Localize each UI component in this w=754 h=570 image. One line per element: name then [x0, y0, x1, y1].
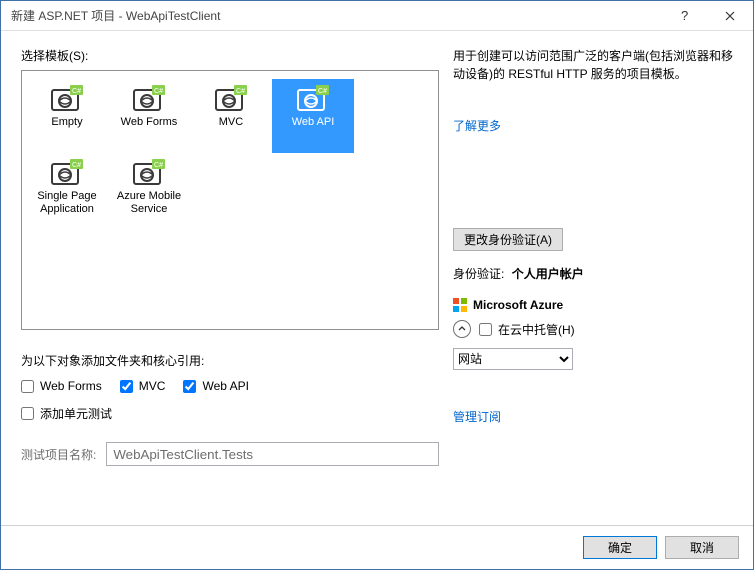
check-webforms-input[interactable]: [21, 380, 34, 393]
auth-status: 身份验证: 个人用户帐户: [453, 265, 733, 282]
right-pane: 用于创建可以访问范围广泛的客户端(包括浏览器和移动设备)的 RESTful HT…: [443, 31, 753, 525]
azure-heading: Microsoft Azure: [453, 298, 733, 312]
template-empty[interactable]: C# Empty: [26, 79, 108, 153]
test-project-input: [106, 442, 439, 466]
check-webapi[interactable]: Web API: [183, 379, 248, 393]
check-webapi-input[interactable]: [183, 380, 196, 393]
check-unittests[interactable]: 添加单元测试: [21, 405, 112, 422]
template-mvc[interactable]: C# MVC: [190, 79, 272, 153]
check-mvc-label: MVC: [139, 379, 166, 393]
dialog-content: 选择模板(S): C# Empty C# Web Forms C# MVC C#…: [1, 31, 753, 525]
template-icon: C#: [132, 84, 166, 112]
host-type-select[interactable]: 网站: [453, 348, 573, 370]
template-icon: C#: [296, 84, 330, 112]
check-webforms[interactable]: Web Forms: [21, 379, 102, 393]
select-template-label: 选择模板(S):: [21, 47, 439, 64]
host-type-row: 网站: [453, 348, 733, 370]
template-label: Azure Mobile Service: [109, 190, 189, 216]
cancel-button[interactable]: 取消: [665, 536, 739, 559]
template-label: MVC: [217, 116, 245, 129]
template-spa[interactable]: C# Single Page Application: [26, 153, 108, 227]
template-icon: C#: [50, 84, 84, 112]
window-title: 新建 ASP.NET 项目 - WebApiTestClient: [11, 7, 661, 24]
svg-text:C#: C#: [72, 162, 81, 169]
folders-checkboxes: Web Forms MVC Web API: [21, 379, 439, 393]
test-project-row: 测试项目名称:: [21, 442, 439, 466]
expand-button[interactable]: [453, 320, 471, 338]
check-host-cloud-label: 在云中托管(H): [498, 321, 575, 338]
template-list: C# Empty C# Web Forms C# MVC C# Web API …: [21, 70, 439, 330]
unit-tests-row: 添加单元测试: [21, 405, 439, 422]
svg-text:C#: C#: [154, 162, 163, 169]
svg-text:C#: C#: [318, 88, 327, 95]
ok-button[interactable]: 确定: [583, 536, 657, 559]
svg-text:C#: C#: [154, 88, 163, 95]
auth-label: 身份验证:: [453, 267, 504, 281]
test-project-label: 测试项目名称:: [21, 446, 96, 463]
close-button[interactable]: [707, 1, 753, 31]
template-icon: C#: [214, 84, 248, 112]
template-label: Single Page Application: [27, 190, 107, 216]
svg-text:C#: C#: [236, 88, 245, 95]
check-unittests-label: 添加单元测试: [40, 405, 112, 422]
learn-more-link[interactable]: 了解更多: [453, 117, 733, 134]
help-button[interactable]: ?: [661, 1, 707, 31]
check-webapi-label: Web API: [202, 379, 248, 393]
svg-text:C#: C#: [72, 88, 81, 95]
check-unittests-input[interactable]: [21, 407, 34, 420]
template-label: Empty: [49, 116, 84, 129]
template-webapi[interactable]: C# Web API: [272, 79, 354, 153]
auth-value: 个人用户帐户: [512, 267, 584, 281]
windows-icon: [453, 298, 467, 312]
template-icon: C#: [50, 158, 84, 186]
title-bar: 新建 ASP.NET 项目 - WebApiTestClient ?: [1, 1, 753, 31]
check-webforms-label: Web Forms: [40, 379, 102, 393]
check-mvc-input[interactable]: [120, 380, 133, 393]
chevron-up-icon: [458, 325, 466, 333]
svg-text:?: ?: [681, 9, 688, 23]
check-host-cloud-input[interactable]: [479, 323, 492, 336]
host-cloud-row: 在云中托管(H): [453, 320, 733, 338]
template-label: Web API: [290, 116, 337, 129]
template-label: Web Forms: [119, 116, 180, 129]
template-webforms[interactable]: C# Web Forms: [108, 79, 190, 153]
manage-subscription-link[interactable]: 管理订阅: [453, 408, 733, 425]
folders-label: 为以下对象添加文件夹和核心引用:: [21, 352, 439, 369]
template-description: 用于创建可以访问范围广泛的客户端(包括浏览器和移动设备)的 RESTful HT…: [453, 47, 733, 117]
azure-title: Microsoft Azure: [473, 298, 563, 312]
template-icon: C#: [132, 158, 166, 186]
left-pane: 选择模板(S): C# Empty C# Web Forms C# MVC C#…: [1, 31, 443, 525]
template-azuremobile[interactable]: C# Azure Mobile Service: [108, 153, 190, 227]
check-host-cloud[interactable]: 在云中托管(H): [479, 321, 575, 338]
change-auth-button[interactable]: 更改身份验证(A): [453, 228, 563, 251]
dialog-footer: 确定 取消: [1, 525, 753, 569]
check-mvc[interactable]: MVC: [120, 379, 166, 393]
